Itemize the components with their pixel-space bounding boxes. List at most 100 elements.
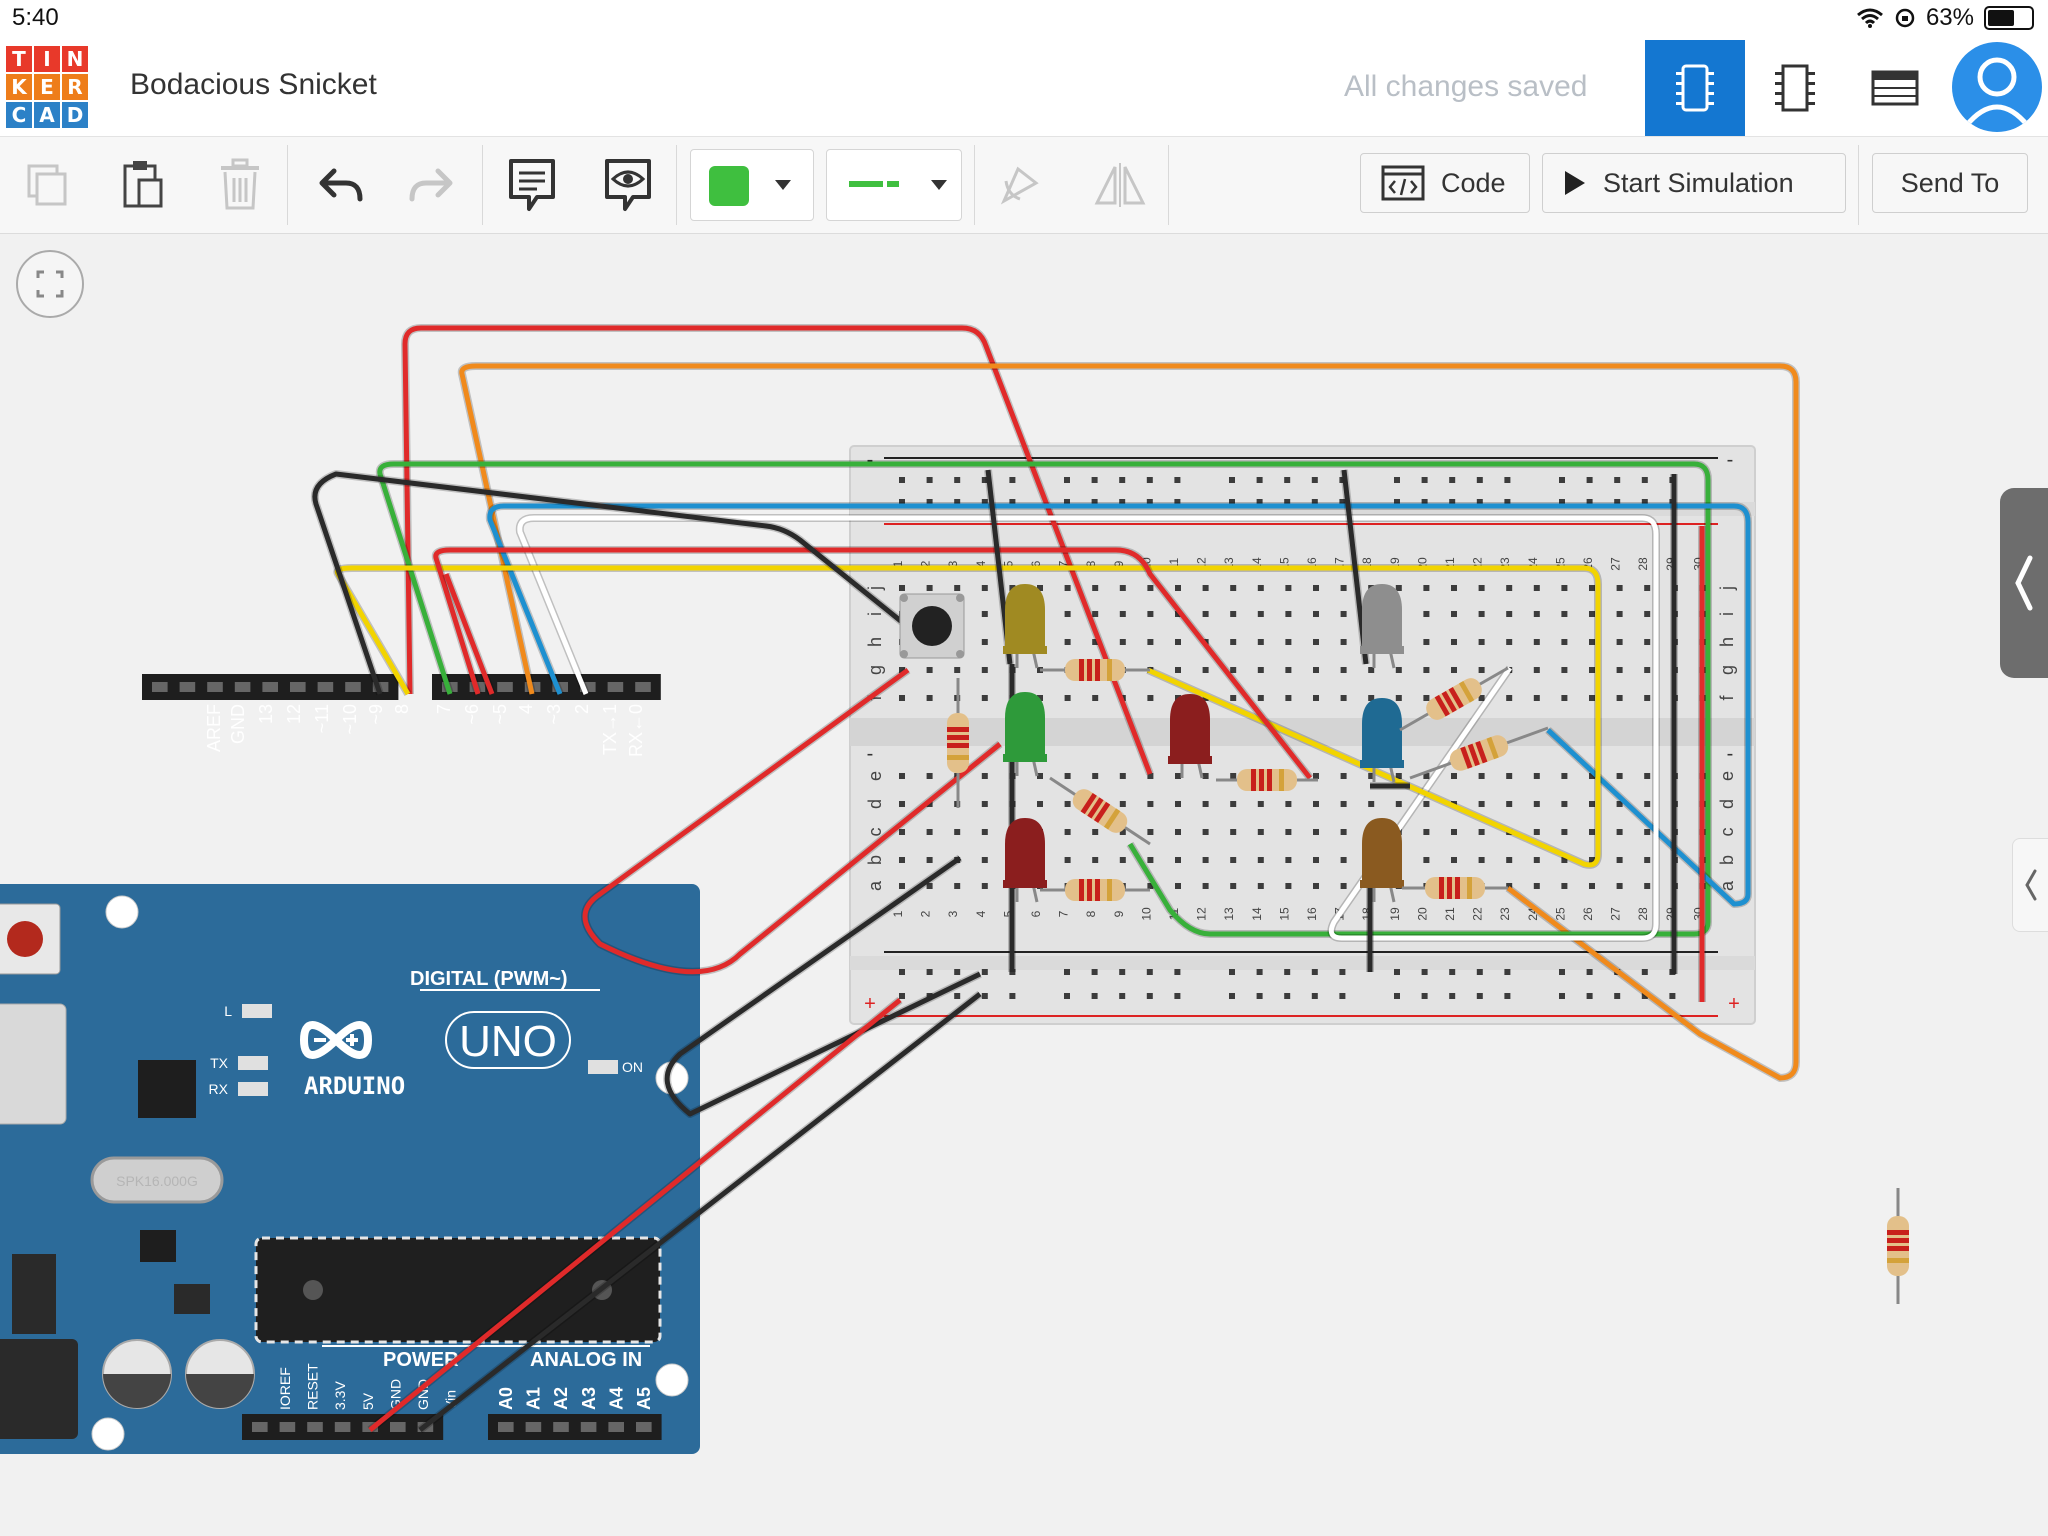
power-pin-header[interactable] bbox=[242, 1414, 444, 1440]
breadboard-hole[interactable] bbox=[1478, 667, 1485, 673]
breadboard-hole[interactable] bbox=[1313, 829, 1319, 835]
circuit-canvas[interactable]: 1 1 2 2 3 3 4 4 5 5 6 6 7 7 8 8 9 9 10 10 11 11 12 12 13 13 14 14 15… bbox=[0, 234, 2048, 1536]
rail-hole[interactable] bbox=[1421, 477, 1428, 483]
breadboard-hole[interactable] bbox=[1175, 773, 1181, 779]
breadboard-hole[interactable] bbox=[1533, 667, 1540, 673]
breadboard-hole[interactable] bbox=[1119, 585, 1126, 591]
breadboard-hole[interactable] bbox=[1451, 773, 1457, 779]
rail-hole[interactable] bbox=[1394, 993, 1400, 999]
breadboard-hole[interactable] bbox=[1478, 801, 1485, 807]
breadboard-hole[interactable] bbox=[1644, 667, 1651, 673]
rail-hole[interactable] bbox=[1394, 477, 1400, 483]
rail-hole[interactable] bbox=[1641, 477, 1648, 483]
header-pin[interactable] bbox=[608, 1422, 624, 1432]
rail-hole[interactable] bbox=[1174, 477, 1181, 483]
breadboard-hole[interactable] bbox=[1340, 883, 1347, 889]
breadboard-hole[interactable] bbox=[1147, 639, 1154, 645]
breadboard-hole[interactable] bbox=[1478, 829, 1485, 835]
rail-hole[interactable] bbox=[1449, 969, 1456, 975]
rail-hole[interactable] bbox=[1284, 477, 1291, 483]
breadboard-hole[interactable] bbox=[981, 801, 988, 807]
rail-hole[interactable] bbox=[954, 477, 961, 483]
circuit-view-button[interactable] bbox=[1645, 40, 1745, 136]
breadboard-hole[interactable] bbox=[1257, 611, 1264, 617]
breadboard-hole[interactable] bbox=[926, 857, 933, 863]
breadboard-hole[interactable] bbox=[954, 883, 961, 889]
rail-hole[interactable] bbox=[1091, 993, 1098, 999]
breadboard-hole[interactable] bbox=[1423, 857, 1430, 863]
secondary-panel-toggle[interactable] bbox=[2012, 838, 2048, 932]
breadboard-hole[interactable] bbox=[1506, 639, 1513, 645]
breadboard-hole[interactable] bbox=[981, 611, 988, 617]
breadboard-hole[interactable] bbox=[1147, 585, 1154, 591]
rail-hole[interactable] bbox=[954, 993, 961, 999]
breadboard-hole[interactable] bbox=[1313, 801, 1319, 807]
rail-hole[interactable] bbox=[1339, 993, 1346, 999]
analog-pin-header[interactable] bbox=[488, 1414, 662, 1440]
breadboard-hole[interactable] bbox=[1313, 667, 1319, 673]
breadboard-hole[interactable] bbox=[1257, 801, 1264, 807]
code-button[interactable]: Code bbox=[1360, 153, 1530, 213]
breadboard-hole[interactable] bbox=[1561, 611, 1568, 617]
header-pin[interactable] bbox=[179, 682, 196, 692]
rail-hole[interactable] bbox=[1559, 993, 1565, 999]
rail-hole[interactable] bbox=[1119, 993, 1126, 999]
breadboard-hole[interactable] bbox=[1561, 773, 1568, 779]
breadboard-hole[interactable] bbox=[1478, 585, 1485, 591]
rail-hole[interactable] bbox=[1586, 993, 1593, 999]
undo-button[interactable] bbox=[310, 149, 370, 221]
rail-hole[interactable] bbox=[1091, 969, 1098, 975]
breadboard-hole[interactable] bbox=[1285, 639, 1292, 645]
breadboard-hole[interactable] bbox=[1340, 585, 1347, 591]
breadboard-hole[interactable] bbox=[1395, 801, 1402, 807]
rail-hole[interactable] bbox=[1009, 477, 1016, 483]
breadboard-hole[interactable] bbox=[1451, 639, 1457, 645]
breadboard-hole[interactable] bbox=[1533, 883, 1540, 889]
breadboard-hole[interactable] bbox=[1092, 773, 1099, 779]
breadboard-hole[interactable] bbox=[1230, 883, 1237, 889]
breadboard-hole[interactable] bbox=[981, 857, 988, 863]
breadboard-hole[interactable] bbox=[1340, 801, 1347, 807]
breadboard-hole[interactable] bbox=[1313, 883, 1319, 889]
breadboard-hole[interactable] bbox=[1395, 667, 1402, 673]
header-pin[interactable] bbox=[307, 1422, 323, 1432]
breadboard-hole[interactable] bbox=[1616, 883, 1623, 889]
rail-hole[interactable] bbox=[1641, 969, 1648, 975]
breadboard-hole[interactable] bbox=[926, 585, 933, 591]
header-pin[interactable] bbox=[290, 682, 306, 692]
breadboard-hole[interactable] bbox=[1257, 883, 1264, 889]
breadboard-hole[interactable] bbox=[1506, 585, 1513, 591]
header-pin[interactable] bbox=[317, 682, 334, 692]
project-title[interactable]: Bodacious Snicket bbox=[130, 68, 377, 102]
resistor[interactable] bbox=[1887, 1188, 1909, 1304]
breadboard-hole[interactable] bbox=[1230, 773, 1237, 779]
breadboard-hole[interactable] bbox=[1285, 857, 1292, 863]
breadboard-hole[interactable] bbox=[1064, 585, 1071, 591]
rail-hole[interactable] bbox=[1449, 477, 1456, 483]
breadboard-hole[interactable] bbox=[981, 773, 988, 779]
breadboard-hole[interactable] bbox=[1340, 611, 1347, 617]
breadboard-hole[interactable] bbox=[1175, 585, 1181, 591]
breadboard-hole[interactable] bbox=[1423, 611, 1430, 617]
rail-hole[interactable] bbox=[1174, 969, 1181, 975]
rail-hole[interactable] bbox=[1476, 993, 1483, 999]
breadboard-hole[interactable] bbox=[1313, 639, 1319, 645]
breadboard-hole[interactable] bbox=[1451, 857, 1457, 863]
header-pin[interactable] bbox=[252, 1422, 268, 1432]
rail-hole[interactable] bbox=[1009, 993, 1016, 999]
breadboard-hole[interactable] bbox=[1478, 773, 1485, 779]
rotate-button[interactable] bbox=[990, 149, 1050, 221]
rail-hole[interactable] bbox=[1064, 477, 1070, 483]
flip-button[interactable] bbox=[1090, 149, 1150, 221]
rail-hole[interactable] bbox=[1311, 993, 1318, 999]
header-pin[interactable] bbox=[636, 1422, 652, 1432]
tinkercad-logo[interactable]: TIN KER CAD bbox=[6, 46, 90, 130]
breadboard-hole[interactable] bbox=[926, 695, 933, 701]
breadboard-hole[interactable] bbox=[1285, 801, 1292, 807]
breadboard-hole[interactable] bbox=[1616, 773, 1623, 779]
breadboard-hole[interactable] bbox=[1506, 857, 1513, 863]
wire-color-dropdown[interactable] bbox=[690, 149, 814, 221]
copy-button[interactable] bbox=[18, 149, 78, 221]
breadboard-hole[interactable] bbox=[1147, 695, 1154, 701]
breadboard-hole[interactable] bbox=[954, 585, 961, 591]
